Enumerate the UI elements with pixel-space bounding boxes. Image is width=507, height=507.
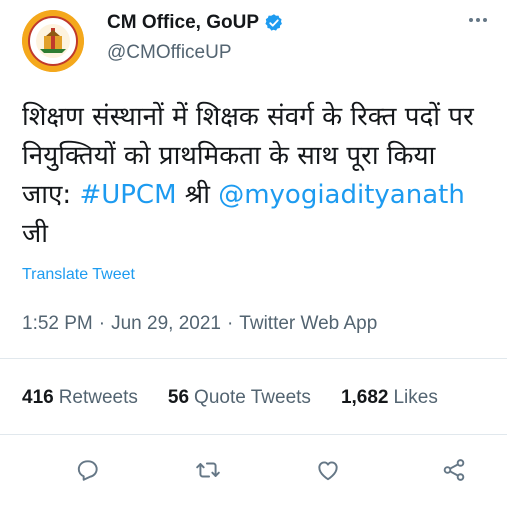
verified-badge-icon (265, 14, 282, 31)
divider (0, 358, 507, 359)
tweet-card: CM Office, GoUP @CMOfficeUP शिक्षण संस्थ… (0, 0, 507, 507)
retweets-stat[interactable]: 416 Retweets (22, 387, 138, 409)
avatar[interactable] (22, 10, 84, 72)
tweet-text-end: जी (22, 219, 49, 249)
tweet-time[interactable]: 1:52 PM (22, 313, 93, 335)
tweet-date[interactable]: Jun 29, 2021 (111, 313, 221, 335)
tweet-source[interactable]: Twitter Web App (239, 313, 377, 335)
author-handle[interactable]: @CMOfficeUP (107, 42, 232, 64)
reply-icon[interactable] (74, 456, 102, 484)
tweet-text-middle: श्री (176, 180, 219, 210)
more-options-icon[interactable] (465, 10, 491, 30)
mention-link[interactable]: @myogiadityanath (218, 180, 465, 210)
engagement-stats: 416 Retweets 56 Quote Tweets 1,682 Likes (22, 387, 438, 409)
like-icon[interactable] (314, 456, 342, 484)
tweet-text: शिक्षण संस्थानों में शिक्षक संवर्ग के रि… (22, 98, 492, 254)
likes-label: Likes (393, 387, 438, 408)
translate-tweet-link[interactable]: Translate Tweet (22, 266, 135, 284)
author-name-row[interactable]: CM Office, GoUP (107, 12, 284, 34)
divider (0, 434, 507, 435)
meta-separator: · (98, 313, 106, 334)
quote-tweets-label: Quote Tweets (194, 387, 311, 408)
likes-stat[interactable]: 1,682 Likes (341, 387, 438, 409)
share-icon[interactable] (440, 456, 468, 484)
tweet-metadata: 1:52 PM · Jun 29, 2021 · Twitter Web App (22, 313, 377, 335)
tweet-actions-bar (0, 452, 507, 488)
hashtag-link[interactable]: #UPCM (79, 180, 176, 210)
quote-tweets-stat[interactable]: 56 Quote Tweets (168, 387, 311, 409)
display-name[interactable]: CM Office, GoUP (107, 12, 259, 34)
up-government-emblem-icon (22, 10, 84, 72)
retweets-count: 416 (22, 387, 54, 408)
meta-separator: · (226, 313, 234, 334)
retweet-icon[interactable] (194, 456, 222, 484)
likes-count: 1,682 (340, 387, 389, 408)
retweets-label: Retweets (58, 387, 138, 408)
quote-tweets-count: 56 (167, 387, 190, 408)
